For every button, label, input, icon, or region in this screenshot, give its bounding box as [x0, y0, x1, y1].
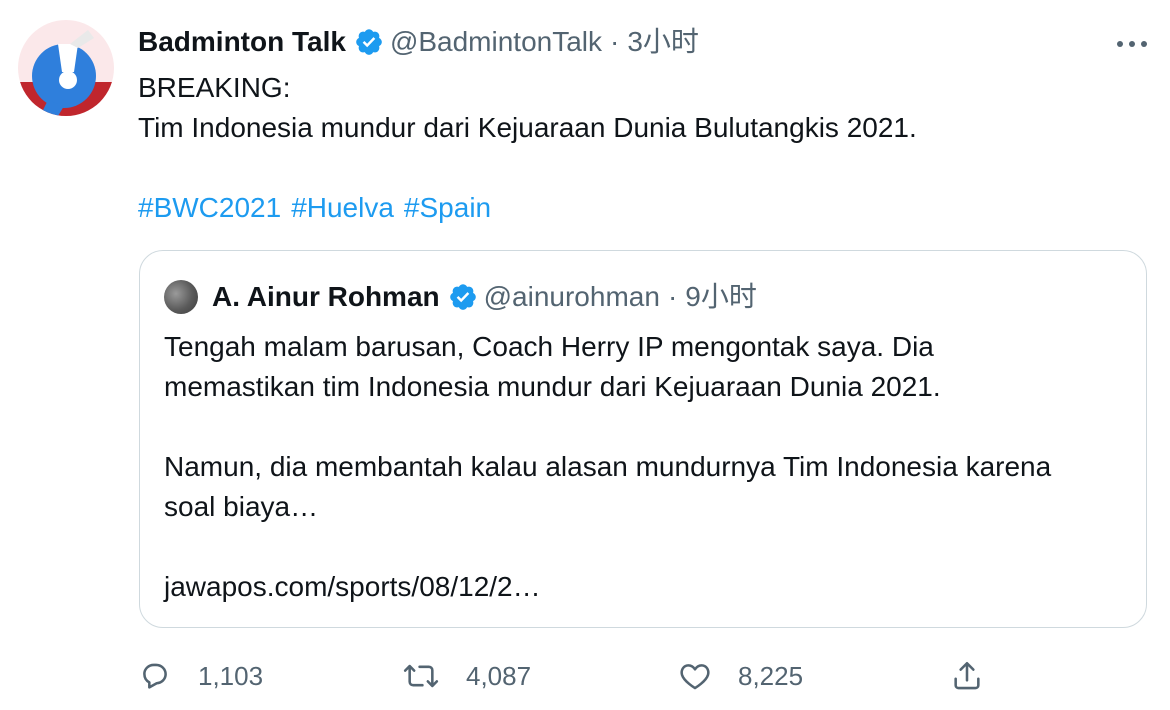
quoted-separator: ·	[667, 281, 678, 312]
author-avatar[interactable]	[18, 20, 114, 116]
quoted-author-name: A. Ainur Rohman	[212, 281, 440, 312]
retweet-icon	[403, 664, 439, 688]
share-button[interactable]	[950, 652, 984, 700]
action-bar: 1,103 4,087 8,225	[138, 652, 998, 700]
hashtag-link[interactable]: #Spain	[404, 192, 491, 223]
quoted-text-line: soal biaya…	[164, 491, 319, 522]
quoted-author-avatar	[164, 280, 198, 314]
hashtag-list: #BWC2021 #Huelva #Spain	[138, 188, 1128, 228]
quoted-author-handle: @ainurohman	[483, 281, 660, 312]
like-count: 8,225	[738, 660, 804, 691]
badminton-logo-icon	[18, 20, 114, 116]
retweet-button[interactable]: 4,087	[402, 652, 531, 700]
share-icon	[954, 661, 980, 690]
tweet-header: Badminton Talk @BadmintonTalk · 3小时	[138, 24, 699, 60]
quoted-text-line: memastikan tim Indonesia mundur dari Kej…	[164, 371, 941, 402]
tweet-text-line: BREAKING:	[138, 72, 291, 103]
heart-icon	[680, 664, 710, 690]
more-icon[interactable]	[1112, 30, 1152, 58]
reply-icon	[143, 663, 167, 689]
retweet-count: 4,087	[466, 660, 532, 691]
hashtag-link[interactable]: #BWC2021	[138, 192, 281, 223]
author-name[interactable]: Badminton Talk	[138, 24, 346, 60]
quoted-tweet-header: A. Ainur Rohman @ainurohman · 9小时	[164, 279, 757, 315]
like-button[interactable]: 8,225	[678, 652, 803, 700]
tweet-body: BREAKING: Tim Indonesia mundur dari Keju…	[138, 68, 1128, 228]
author-handle[interactable]: @BadmintonTalk	[390, 24, 602, 60]
quoted-text-line: Tengah malam barusan, Coach Herry IP men…	[164, 331, 934, 362]
quoted-tweet-body: Tengah malam barusan, Coach Herry IP men…	[164, 327, 1124, 607]
quoted-tweet-card[interactable]: A. Ainur Rohman @ainurohman · 9小时 Tengah…	[139, 250, 1147, 628]
verified-badge-icon	[354, 27, 384, 57]
verified-badge-icon	[448, 282, 478, 312]
reply-button[interactable]: 1,103	[138, 652, 263, 700]
quoted-text-line: Namun, dia membantah kalau alasan mundur…	[164, 451, 1052, 482]
reply-count: 1,103	[198, 660, 264, 691]
tweet-text-line: Tim Indonesia mundur dari Kejuaraan Duni…	[138, 112, 917, 143]
tweet-timestamp[interactable]: 3小时	[627, 24, 699, 60]
header-separator: ·	[610, 26, 620, 57]
quoted-timestamp: 9小时	[685, 281, 757, 312]
hashtag-link[interactable]: #Huelva	[291, 192, 394, 223]
quoted-link: jawapos.com/sports/08/12/2…	[164, 571, 541, 602]
